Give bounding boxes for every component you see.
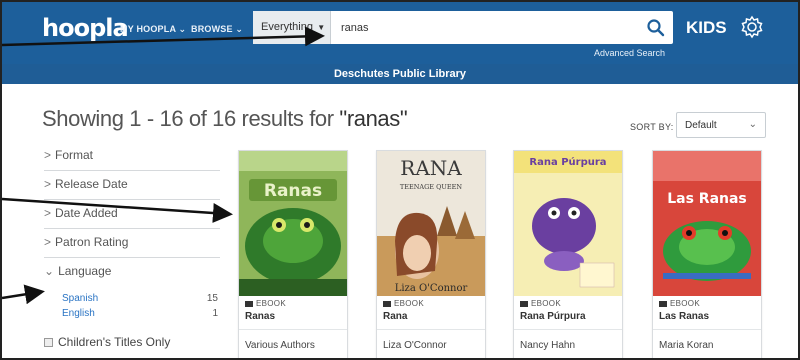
title-card[interactable]: RANA TEENAGE QUEEN Liza O'Connor EBOOK R… (376, 150, 486, 358)
cover-subtitle: TEENAGE QUEEN (400, 183, 463, 191)
search-bar: Everything ▼ (253, 11, 673, 44)
arrow-to-spanish (2, 284, 45, 305)
checkbox-icon[interactable] (44, 338, 53, 348)
card-author[interactable]: Nancy Hahn (520, 340, 575, 351)
card-title[interactable]: Las Ranas (659, 311, 709, 322)
title-card[interactable]: Rana Púrpura EBOOK Rana Púrpura Nancy Ha… (513, 150, 623, 358)
kids-link[interactable]: KIDS (686, 18, 727, 38)
format-text: EBOOK (670, 299, 700, 308)
filter-label: Release Date (55, 177, 128, 191)
chevron-right-icon: > (44, 177, 52, 191)
filter-label: Patron Rating (55, 235, 129, 249)
ebook-icon (245, 300, 253, 307)
app-frame: hoopla MY HOOPLA ⌄ BROWSE ⌄ Everything ▼… (0, 0, 800, 360)
nav-browse[interactable]: BROWSE ⌄ (191, 24, 243, 35)
filter-label: Language (58, 264, 112, 278)
advanced-search-link[interactable]: Advanced Search (594, 48, 665, 58)
nav-my-hoopla[interactable]: MY HOOPLA ⌄ (120, 24, 186, 35)
childrens-titles-label: Children's Titles Only (58, 335, 171, 349)
chevron-down-icon: ⌄ (44, 264, 55, 278)
format-label: EBOOK (520, 299, 561, 308)
filter-release-date[interactable]: > Release Date (44, 172, 220, 200)
book-cover[interactable]: Rana Púrpura (514, 151, 622, 296)
results-heading: Showing 1 - 16 of 16 results for "ranas" (42, 106, 408, 132)
chevron-down-icon: ⌄ (178, 24, 187, 34)
search-category-label: Everything (261, 21, 313, 33)
chevron-right-icon: > (44, 235, 52, 249)
chevron-right-icon: > (44, 148, 52, 162)
search-icon[interactable] (645, 17, 667, 39)
hoopla-logo[interactable]: hoopla (42, 14, 129, 42)
card-divider (653, 329, 761, 330)
format-text: EBOOK (531, 299, 561, 308)
book-cover[interactable]: RANA TEENAGE QUEEN Liza O'Connor (377, 151, 485, 296)
filter-patron-rating[interactable]: > Patron Rating (44, 230, 220, 258)
caret-down-icon: ▼ (314, 23, 326, 32)
childrens-titles-filter[interactable]: Children's Titles Only (44, 335, 170, 349)
chevron-down-icon: ⌄ (748, 119, 757, 130)
card-divider (239, 329, 347, 330)
card-divider (377, 329, 485, 330)
chevron-right-icon: > (44, 206, 52, 220)
filter-language[interactable]: ⌄ Language (44, 259, 220, 287)
nav-my-hoopla-label: MY HOOPLA (120, 24, 176, 34)
sort-dropdown[interactable]: Default ⌄ (676, 112, 766, 138)
format-text: EBOOK (256, 299, 286, 308)
ebook-icon (383, 300, 391, 307)
card-author[interactable]: Various Authors (245, 340, 315, 351)
title-card[interactable]: Las Ranas EBOOK Las Ranas Maria Koran (652, 150, 762, 358)
chevron-down-icon: ⌄ (235, 24, 244, 34)
cover-title: Las Ranas (667, 191, 747, 207)
cover-title: Ranas (264, 181, 322, 201)
language-option-english[interactable]: English (62, 308, 95, 319)
card-title[interactable]: Rana (383, 311, 407, 322)
filter-format[interactable]: > Format (44, 143, 220, 171)
card-divider (514, 329, 622, 330)
nav-browse-label: BROWSE (191, 24, 233, 34)
card-author[interactable]: Liza O'Connor (383, 340, 447, 351)
card-author[interactable]: Maria Koran (659, 340, 713, 351)
card-title[interactable]: Rana Púrpura (520, 311, 586, 322)
results-prefix: Showing 1 - 16 of 16 results for (42, 106, 340, 131)
format-label: EBOOK (659, 299, 700, 308)
cover-author: Liza O'Connor (395, 283, 468, 294)
library-name-bar: Deschutes Public Library (2, 64, 798, 84)
top-header: hoopla MY HOOPLA ⌄ BROWSE ⌄ Everything ▼… (2, 2, 798, 68)
filter-date-added[interactable]: > Date Added (44, 201, 220, 229)
cover-title: Rana Púrpura (529, 156, 606, 168)
ebook-icon (520, 300, 528, 307)
ebook-icon (659, 300, 667, 307)
format-label: EBOOK (245, 299, 286, 308)
title-card[interactable]: Ranas EBOOK Ranas Various Authors (238, 150, 348, 358)
language-count: 1 (212, 308, 218, 319)
search-category-dropdown[interactable]: Everything ▼ (253, 11, 331, 44)
format-text: EBOOK (394, 299, 424, 308)
filter-label: Format (55, 148, 94, 162)
cover-title: RANA (400, 156, 462, 180)
book-cover[interactable]: Las Ranas (653, 151, 761, 296)
search-input[interactable] (333, 12, 633, 43)
card-title[interactable]: Ranas (245, 311, 275, 322)
sort-value: Default (685, 120, 717, 131)
language-option-spanish[interactable]: Spanish (62, 293, 98, 304)
language-count: 15 (206, 293, 218, 304)
book-cover[interactable]: Ranas (239, 151, 347, 296)
sort-label: SORT BY: (630, 122, 674, 132)
results-query: "ranas" (339, 106, 408, 131)
filter-label: Date Added (55, 206, 118, 220)
gear-icon[interactable] (739, 14, 765, 40)
format-label: EBOOK (383, 299, 424, 308)
